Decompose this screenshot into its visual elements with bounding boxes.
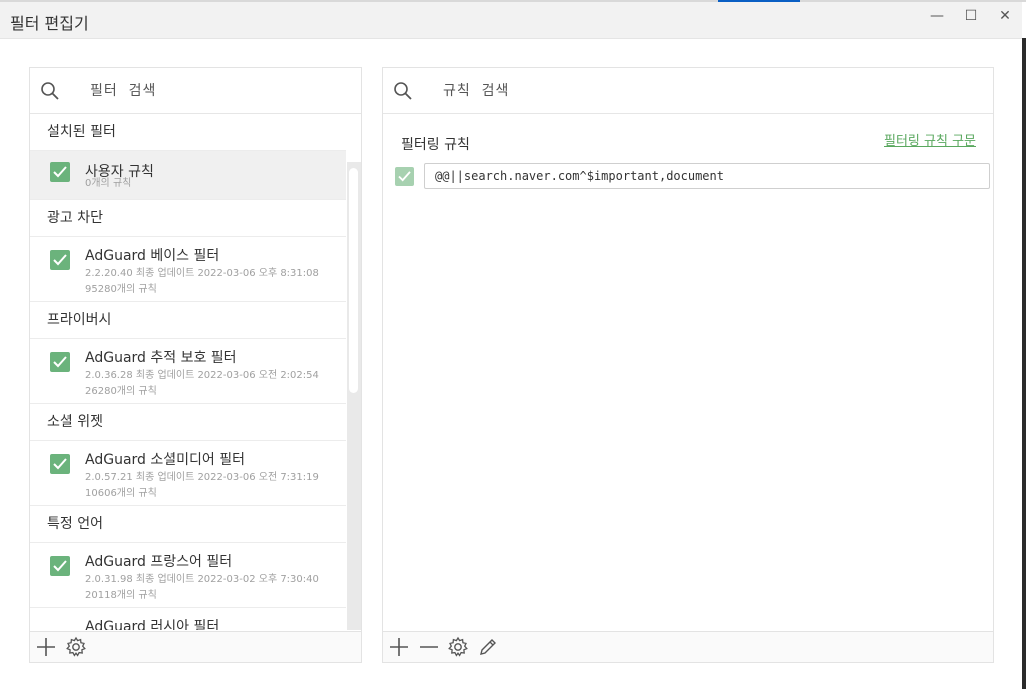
add-icon[interactable] (35, 636, 57, 658)
filter-version: 2.2.20.40 최종 업데이트 2022-03-06 오후 8:31:08 (85, 268, 319, 279)
filter-checkbox[interactable] (50, 352, 70, 372)
minimize-button[interactable]: — (922, 8, 952, 30)
remove-icon[interactable] (418, 636, 440, 658)
rule-search-input[interactable] (441, 78, 685, 104)
filter-meta: 2.0.31.98 최종 업데이트 2022-03-02 오후 7:30:40 … (85, 572, 319, 604)
user-rules-item[interactable]: 사용자 규칙 0개의 규칙 (30, 151, 346, 200)
group-header-language: 특정 언어 (30, 506, 346, 543)
search-icon (41, 82, 59, 100)
window-edge (1022, 38, 1026, 689)
filters-toolbar (30, 631, 361, 662)
add-icon[interactable] (388, 636, 410, 658)
rule-search-bar (383, 68, 993, 114)
filter-item[interactable]: AdGuard 소셜미디어 필터 2.0.57.21 최종 업데이트 2022-… (30, 441, 346, 506)
filter-search-bar (30, 68, 361, 114)
filter-checkbox[interactable] (50, 250, 70, 270)
filter-item[interactable]: AdGuard 추적 보호 필터 2.0.36.28 최종 업데이트 2022-… (30, 339, 346, 404)
rule-text-input[interactable] (424, 163, 990, 189)
search-icon (394, 82, 412, 100)
filter-rule-count: 26280개의 규칙 (85, 386, 157, 397)
check-icon (53, 166, 67, 178)
filter-rule-count: 20118개의 규칙 (85, 590, 157, 601)
filter-item[interactable]: AdGuard 프랑스어 필터 2.0.31.98 최종 업데이트 2022-0… (30, 543, 346, 608)
rule-checkbox[interactable] (395, 167, 414, 186)
check-icon (53, 560, 67, 572)
gear-icon[interactable] (65, 636, 87, 658)
rule-row (383, 163, 993, 191)
group-header-social: 소셜 위젯 (30, 404, 346, 441)
rules-title: 필터링 규칙 (401, 137, 470, 153)
filter-name: AdGuard 추적 보호 필터 (85, 350, 237, 366)
installed-filters-header: 설치된 필터 (30, 114, 346, 151)
check-icon (53, 458, 67, 470)
title-bar: 필터 편집기 — ☐ ✕ (0, 2, 1022, 39)
filters-panel: 설치된 필터 사용자 규칙 0개의 규칙 광고 차단 AdGuard 베이스 필… (29, 67, 362, 663)
gear-icon[interactable] (447, 636, 469, 658)
filter-name: AdGuard 베이스 필터 (85, 248, 220, 264)
rules-panel: 필터링 규칙 필터링 규칙 구문 (382, 67, 994, 663)
user-rules-checkbox[interactable] (50, 162, 70, 182)
filter-list: 설치된 필터 사용자 규칙 0개의 규칙 광고 차단 AdGuard 베이스 필… (30, 114, 346, 630)
filter-checkbox[interactable] (50, 556, 70, 576)
filter-name: AdGuard 소셜미디어 필터 (85, 452, 245, 468)
rules-toolbar (383, 631, 993, 662)
filter-checkbox[interactable] (50, 454, 70, 474)
filter-rule-count: 10606개의 규칙 (85, 488, 157, 499)
filter-name: AdGuard 프랑스어 필터 (85, 554, 233, 570)
filter-meta: 2.0.57.21 최종 업데이트 2022-03-06 오전 7:31:19 … (85, 470, 319, 502)
check-icon (53, 356, 67, 368)
filter-item[interactable]: AdGuard 러시아 필터 (30, 608, 346, 630)
filter-meta: 2.2.20.40 최종 업데이트 2022-03-06 오후 8:31:08 … (85, 266, 319, 298)
check-icon (398, 171, 411, 182)
filter-rule-count: 0개의 규칙 (85, 178, 132, 189)
pencil-icon[interactable] (477, 636, 499, 658)
filter-item[interactable]: AdGuard 베이스 필터 2.2.20.40 최종 업데이트 2022-03… (30, 237, 346, 302)
filter-version: 2.0.57.21 최종 업데이트 2022-03-06 오전 7:31:19 (85, 472, 319, 483)
window-title: 필터 편집기 (10, 14, 89, 33)
scrollbar-thumb[interactable] (349, 168, 358, 393)
filter-name: AdGuard 러시아 필터 (85, 619, 220, 630)
group-header-ads: 광고 차단 (30, 200, 346, 237)
close-button[interactable]: ✕ (990, 8, 1020, 30)
group-header-privacy: 프라이버시 (30, 302, 346, 339)
maximize-button[interactable]: ☐ (956, 8, 986, 30)
check-icon (53, 254, 67, 266)
filter-rule-count: 95280개의 규칙 (85, 284, 157, 295)
filter-version: 2.0.31.98 최종 업데이트 2022-03-02 오후 7:30:40 (85, 574, 319, 585)
filter-version: 2.0.36.28 최종 업데이트 2022-03-06 오전 2:02:54 (85, 370, 319, 381)
filter-meta: 2.0.36.28 최종 업데이트 2022-03-06 오전 2:02:54 … (85, 368, 319, 400)
filter-list-scrollbar[interactable] (347, 162, 361, 630)
rule-syntax-link[interactable]: 필터링 규칙 구문 (884, 130, 976, 149)
filter-search-input[interactable] (88, 78, 332, 104)
